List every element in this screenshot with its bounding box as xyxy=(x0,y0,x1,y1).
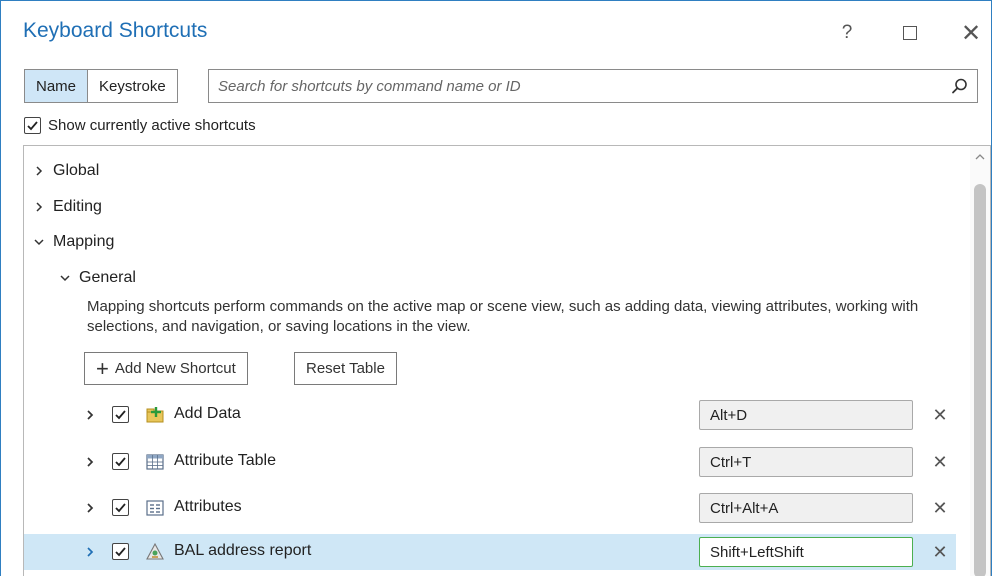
shortcut-key-field[interactable]: Shift+LeftShift xyxy=(699,537,913,567)
shortcut-row[interactable]: BAL address report Shift+LeftShift ✕ xyxy=(24,534,956,570)
shortcut-key-field[interactable]: Ctrl+T xyxy=(699,447,913,477)
shortcut-name: Add Data xyxy=(174,405,241,422)
show-active-checkbox[interactable] xyxy=(24,117,41,134)
search-icon[interactable] xyxy=(951,77,969,95)
checkmark-icon xyxy=(27,121,38,131)
vertical-scrollbar[interactable] xyxy=(970,146,990,576)
chevron-right-icon xyxy=(36,166,43,176)
tree-node-general[interactable]: General xyxy=(59,269,136,287)
chevron-right-icon[interactable] xyxy=(84,502,96,514)
attributes-icon xyxy=(145,498,165,518)
show-active-label: Show currently active shortcuts xyxy=(48,117,256,134)
remove-shortcut-button[interactable]: ✕ xyxy=(930,405,950,425)
chevron-right-icon[interactable] xyxy=(84,456,96,468)
chevron-right-icon[interactable] xyxy=(84,409,96,421)
shortcut-enabled-checkbox[interactable] xyxy=(112,499,129,516)
shortcut-name: BAL address report xyxy=(174,542,312,559)
help-button[interactable]: ? xyxy=(827,15,867,51)
tree-node-label: Editing xyxy=(53,198,102,215)
close-button[interactable]: ✕ xyxy=(951,15,991,51)
maximize-icon xyxy=(903,26,917,40)
remove-shortcut-button[interactable]: ✕ xyxy=(930,498,950,518)
shortcut-enabled-checkbox[interactable] xyxy=(112,543,129,560)
shortcut-key-field[interactable]: Alt+D xyxy=(699,400,913,430)
tree-node-global[interactable]: Global xyxy=(33,162,99,180)
tree-node-label: Mapping xyxy=(53,233,115,250)
tree-node-editing[interactable]: Editing xyxy=(33,198,102,216)
chevron-right-icon xyxy=(36,202,43,212)
search-mode-toggle: Name Keystroke xyxy=(24,69,178,103)
search-box xyxy=(208,69,978,103)
plus-icon: + xyxy=(96,355,109,381)
checkmark-icon xyxy=(115,547,126,557)
reset-table-button[interactable]: Reset Table xyxy=(294,352,397,385)
shortcut-name: Attributes xyxy=(174,498,242,515)
tree-node-label: General xyxy=(79,269,136,286)
show-active-shortcuts-option[interactable]: Show currently active shortcuts xyxy=(24,117,256,134)
add-new-shortcut-button[interactable]: + Add New Shortcut xyxy=(84,352,248,385)
add-new-shortcut-label: Add New Shortcut xyxy=(114,360,236,377)
shortcut-key-field[interactable]: Ctrl+Alt+A xyxy=(699,493,913,523)
shortcut-row[interactable]: Attribute Table Ctrl+T ✕ xyxy=(24,444,956,480)
title-bar: Keyboard Shortcuts ? ✕ xyxy=(1,1,991,63)
close-icon: ✕ xyxy=(932,497,948,518)
maximize-button[interactable] xyxy=(890,15,930,51)
tree-node-label: Global xyxy=(53,162,100,179)
close-icon: ✕ xyxy=(960,19,982,47)
add-data-icon xyxy=(145,405,165,425)
chevron-down-icon xyxy=(60,275,70,282)
name-mode-button[interactable]: Name xyxy=(25,70,89,102)
remove-shortcut-button[interactable]: ✕ xyxy=(930,542,950,562)
close-icon: ✕ xyxy=(932,404,948,425)
report-tool-icon xyxy=(145,542,165,562)
checkmark-icon xyxy=(115,503,126,513)
keystroke-mode-button[interactable]: Keystroke xyxy=(88,70,177,102)
shortcut-enabled-checkbox[interactable] xyxy=(112,453,129,470)
remove-shortcut-button[interactable]: ✕ xyxy=(930,452,950,472)
search-input[interactable] xyxy=(209,70,939,102)
shortcut-enabled-checkbox[interactable] xyxy=(112,406,129,423)
attribute-table-icon xyxy=(145,452,165,472)
shortcut-row[interactable]: Attributes Ctrl+Alt+A ✕ xyxy=(24,490,956,526)
chevron-down-icon xyxy=(34,239,44,246)
chevron-right-icon[interactable] xyxy=(84,546,96,558)
scroll-up-icon[interactable] xyxy=(974,152,986,162)
shortcut-row[interactable]: Add Data Alt+D ✕ xyxy=(24,397,956,433)
checkmark-icon xyxy=(115,457,126,467)
tree-node-mapping[interactable]: Mapping xyxy=(33,233,114,251)
checkmark-icon xyxy=(115,410,126,420)
keyboard-shortcuts-dialog: Keyboard Shortcuts ? ✕ Name Keystroke Sh… xyxy=(0,0,992,576)
close-icon: ✕ xyxy=(932,451,948,472)
dialog-title: Keyboard Shortcuts xyxy=(23,19,208,42)
shortcut-name: Attribute Table xyxy=(174,452,276,469)
scrollbar-thumb[interactable] xyxy=(974,184,986,576)
close-icon: ✕ xyxy=(932,541,948,562)
group-description: Mapping shortcuts perform commands on th… xyxy=(87,298,919,335)
